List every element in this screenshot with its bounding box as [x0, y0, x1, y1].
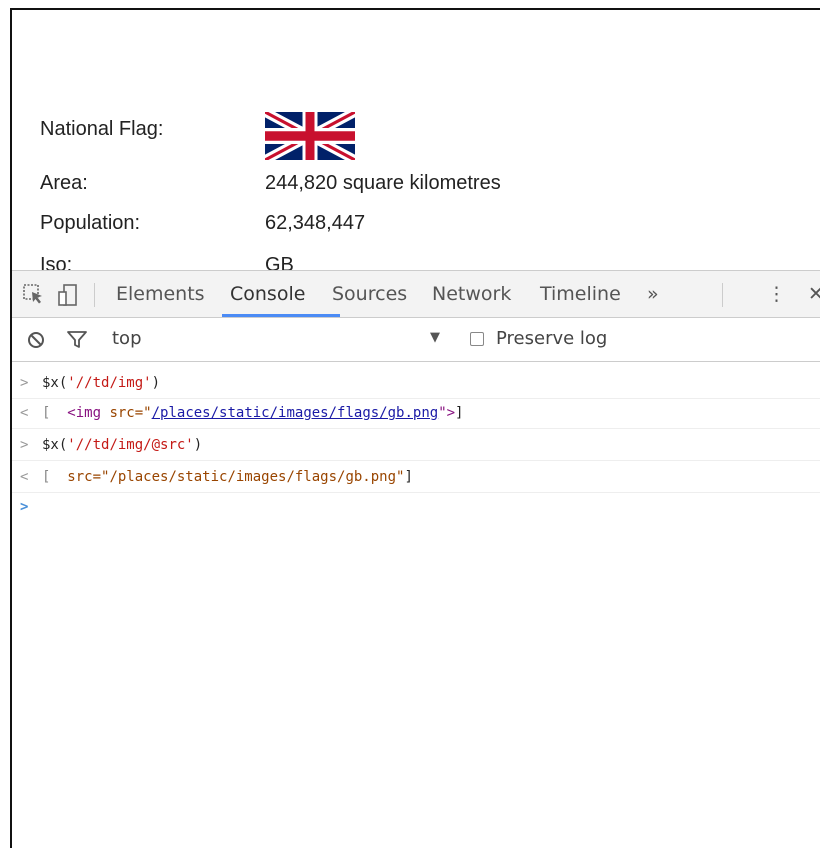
result-chevron-icon: <	[20, 405, 29, 421]
console-filter-bar: top ▼ Preserve log	[12, 318, 820, 362]
toolbar-divider	[94, 283, 95, 307]
console-result-line: < [ src="/places/static/images/flags/gb.…	[12, 462, 820, 493]
close-icon[interactable]: ✕	[808, 271, 820, 317]
filter-icon[interactable]	[66, 330, 88, 350]
uk-flag-icon	[265, 112, 355, 160]
console-result: [ <img src="/places/static/images/flags/…	[42, 405, 464, 421]
input-chevron-icon: >	[20, 375, 29, 391]
more-tabs-button[interactable]: »	[647, 271, 659, 317]
value-population: 62,348,447	[265, 212, 366, 234]
devtools-toolbar: Elements Console Sources Network Timelin…	[12, 270, 820, 318]
browser-frame: National Flag: Area: 244,820 square kilo…	[10, 8, 820, 848]
console-command: $x('//td/img/@src')	[42, 437, 203, 453]
device-mode-icon[interactable]	[56, 283, 80, 307]
label-population: Population:	[40, 212, 141, 234]
menu-icon[interactable]: ⋮	[767, 271, 786, 317]
tab-elements[interactable]: Elements	[116, 271, 205, 317]
label-national-flag: National Flag:	[40, 118, 164, 140]
console-input-line: > $x('//td/img')	[12, 368, 820, 399]
context-selector[interactable]: top	[112, 328, 142, 349]
input-chevron-icon: >	[20, 437, 29, 453]
console-result-line: < [ <img src="/places/static/images/flag…	[12, 398, 820, 429]
preserve-log-checkbox[interactable]	[470, 332, 484, 346]
page-content: National Flag: Area: 244,820 square kilo…	[12, 10, 820, 272]
chevron-down-icon[interactable]: ▼	[430, 330, 440, 345]
clear-console-icon[interactable]	[26, 330, 46, 350]
console-input-line: > $x('//td/img/@src')	[12, 430, 820, 461]
console-command: $x('//td/img')	[42, 375, 161, 391]
console-result: [ src="/places/static/images/flags/gb.pn…	[42, 469, 413, 485]
devtools-panel: Elements Console Sources Network Timelin…	[12, 270, 820, 848]
inspect-element-icon[interactable]	[22, 283, 46, 307]
value-area: 244,820 square kilometres	[265, 172, 501, 194]
result-link[interactable]: /places/static/images/flags/gb.png	[152, 405, 439, 421]
preserve-log-label: Preserve log	[496, 328, 608, 349]
toolbar-divider-2	[722, 283, 723, 307]
tab-sources[interactable]: Sources	[332, 271, 407, 317]
tab-network[interactable]: Network	[432, 271, 511, 317]
tab-timeline[interactable]: Timeline	[540, 271, 621, 317]
active-tab-indicator	[222, 314, 340, 317]
tab-console[interactable]: Console	[230, 271, 305, 317]
prompt-chevron-icon: >	[20, 499, 29, 515]
console-prompt-line[interactable]: >	[12, 492, 820, 522]
label-area: Area:	[40, 172, 88, 194]
result-chevron-icon: <	[20, 469, 29, 485]
